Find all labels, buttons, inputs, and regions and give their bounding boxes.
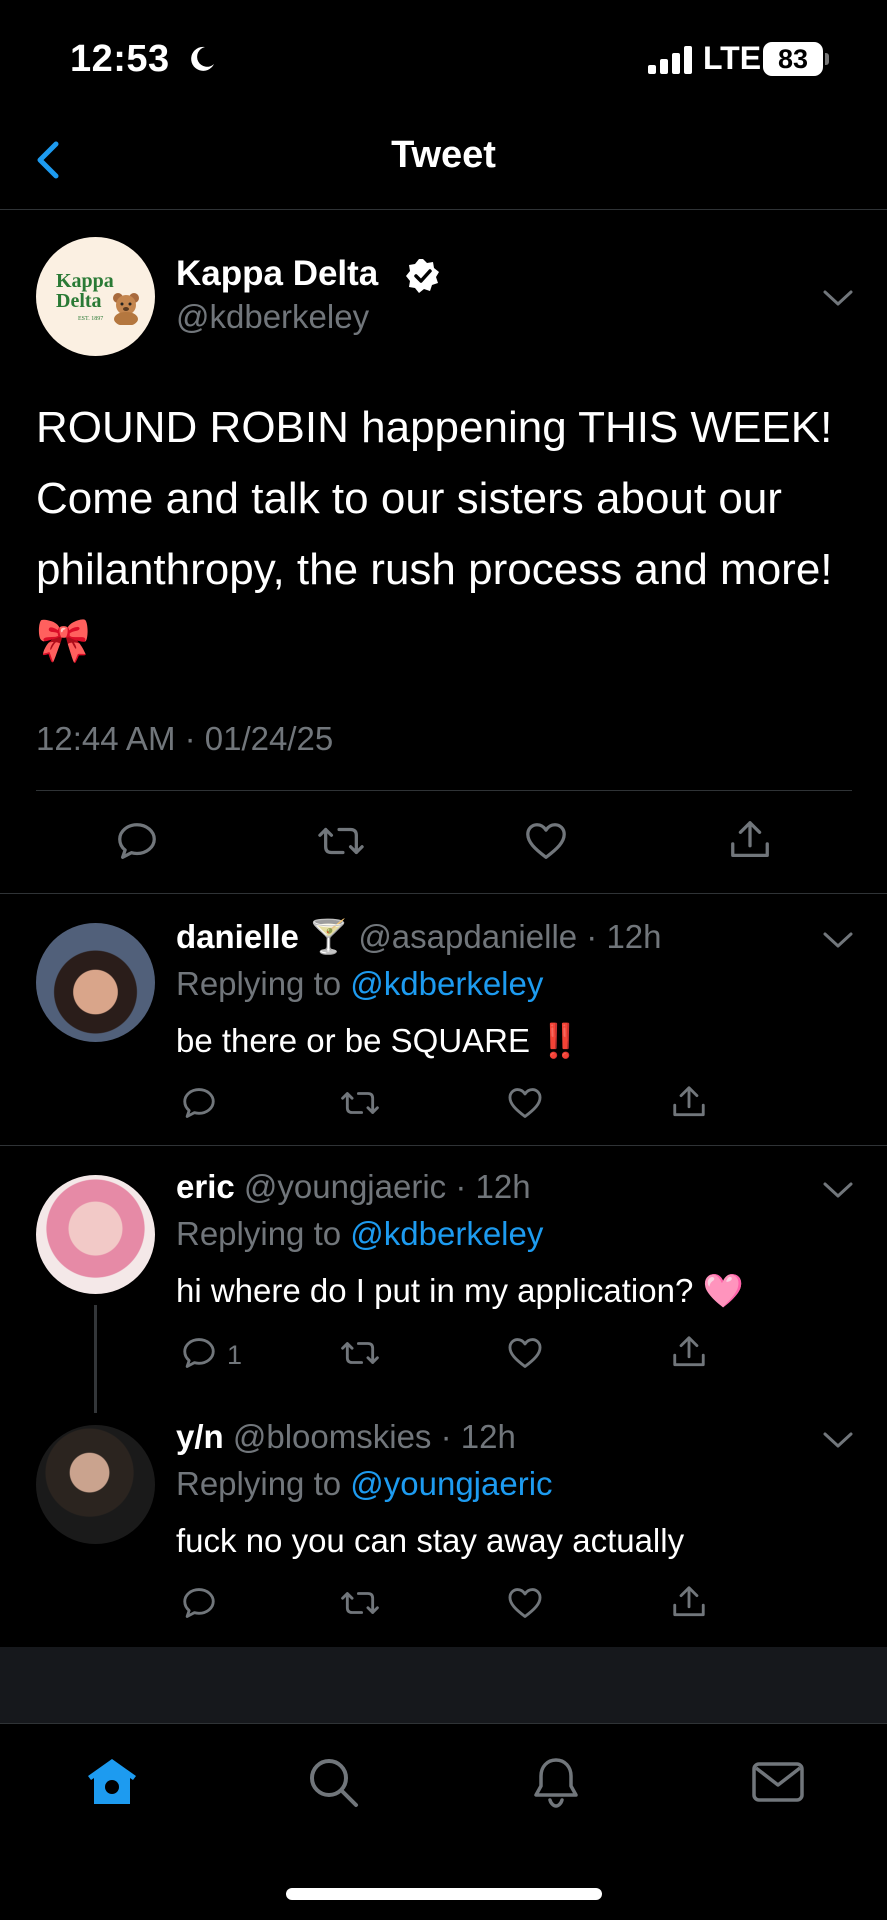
reply-author-handle[interactable]: @asapdanielle · 12h: [358, 918, 661, 955]
like-button[interactable]: [506, 1584, 544, 1622]
network-label: LTE: [703, 40, 762, 76]
mention-link[interactable]: @kdberkeley: [350, 965, 543, 1002]
retweet-button[interactable]: [339, 1334, 381, 1372]
avatar[interactable]: Kappa Delta EST. 1897: [36, 237, 155, 356]
retweet-button[interactable]: [339, 1584, 381, 1622]
signal-icon: [648, 46, 692, 74]
page-title: Tweet: [391, 134, 496, 176]
like-icon: [508, 1088, 542, 1118]
verified-icon: [406, 259, 439, 293]
reply-author-name[interactable]: eric: [176, 1168, 235, 1205]
share-icon: [673, 1086, 705, 1117]
avatar[interactable]: [36, 923, 155, 1042]
reply-icon: [183, 1588, 215, 1618]
reply-icon: [118, 823, 156, 859]
chevron-down-icon[interactable]: [822, 1180, 854, 1200]
reply-button[interactable]: [114, 818, 160, 864]
home-icon[interactable]: [84, 1754, 140, 1810]
like-icon: [526, 823, 566, 859]
author-handle[interactable]: @kdberkeley: [176, 298, 369, 336]
battery-level: 83: [763, 42, 823, 76]
share-icon: [673, 1586, 705, 1617]
timeline-end-spacer: [0, 1647, 887, 1723]
retweet-icon: [341, 1592, 379, 1614]
author-name[interactable]: Kappa Delta: [176, 254, 378, 294]
reply-button[interactable]: [180, 1334, 218, 1372]
retweet-button[interactable]: [339, 1084, 381, 1122]
avatar-logo-text: Kappa Delta: [56, 270, 114, 312]
battery-icon: 83: [763, 42, 829, 76]
reply-icon: [183, 1088, 215, 1118]
divider: [0, 893, 887, 894]
reply-count: 1: [227, 1340, 243, 1370]
reply-text: be there or be SQUARE ‼️: [176, 1022, 581, 1059]
replying-to: Replying to @kdberkeley: [176, 1215, 543, 1253]
nav-header: Tweet: [0, 110, 887, 210]
search-icon[interactable]: [305, 1754, 361, 1810]
like-button[interactable]: [522, 818, 570, 864]
divider: [36, 790, 852, 791]
reply-header: danielle 🍸 @asapdanielle · 12h: [176, 918, 662, 957]
tweet-timestamp[interactable]: 12:44 AM · 01/24/25: [36, 720, 333, 758]
reply-button[interactable]: [180, 1084, 218, 1122]
like-icon: [508, 1338, 542, 1368]
share-button[interactable]: [670, 1582, 708, 1622]
like-icon: [508, 1588, 542, 1618]
divider: [0, 1145, 887, 1146]
share-icon: [673, 1336, 705, 1367]
chevron-down-icon[interactable]: [822, 1430, 854, 1450]
messages-icon[interactable]: [750, 1754, 806, 1810]
replying-to: Replying to @kdberkeley: [176, 965, 543, 1003]
reply-author-handle[interactable]: @youngjaeric · 12h: [244, 1168, 531, 1205]
status-time: 12:53: [70, 38, 170, 80]
tweet-text: ROUND ROBIN happening THIS WEEK! Come an…: [36, 403, 833, 665]
share-button[interactable]: [727, 816, 773, 864]
share-button[interactable]: [670, 1332, 708, 1372]
reply-author-name[interactable]: danielle 🍸: [176, 918, 349, 955]
mention-link[interactable]: @kdberkeley: [350, 1215, 543, 1252]
share-button[interactable]: [670, 1082, 708, 1122]
share-icon: [731, 821, 769, 857]
home-indicator[interactable]: [286, 1888, 602, 1900]
retweet-icon: [341, 1342, 379, 1364]
teddy-bear-icon: [113, 293, 139, 325]
chevron-down-icon[interactable]: [822, 288, 854, 308]
avatar[interactable]: [36, 1425, 155, 1544]
thread-line: [94, 1305, 97, 1413]
status-bar: 12:53 LTE 83: [0, 0, 887, 110]
avatar-est-text: EST. 1897: [78, 316, 104, 322]
like-button[interactable]: [506, 1084, 544, 1122]
reply-icon: [183, 1338, 215, 1368]
retweet-button[interactable]: [315, 818, 367, 864]
notifications-icon[interactable]: [528, 1754, 584, 1810]
retweet-icon: [318, 827, 364, 855]
like-button[interactable]: [506, 1334, 544, 1372]
replying-to-label: Replying to: [176, 965, 351, 1002]
moon-icon: [191, 46, 214, 71]
replying-to-label: Replying to: [176, 1465, 351, 1502]
reply-header: y/n @bloomskies · 12h: [176, 1418, 516, 1456]
replying-to: Replying to @youngjaeric: [176, 1465, 553, 1503]
chevron-down-icon[interactable]: [822, 930, 854, 950]
reply-button[interactable]: [180, 1584, 218, 1622]
reply-text: hi where do I put in my application? 🩷: [176, 1272, 744, 1309]
reply-author-handle[interactable]: @bloomskies · 12h: [233, 1418, 516, 1455]
avatar[interactable]: [36, 1175, 155, 1294]
reply-author-name[interactable]: y/n: [176, 1418, 224, 1455]
battery-nub: [825, 53, 829, 65]
mention-link[interactable]: @youngjaeric: [350, 1465, 552, 1502]
reply-text: fuck no you can stay away actually: [176, 1522, 685, 1559]
reply-header: eric @youngjaeric · 12h: [176, 1168, 531, 1206]
retweet-icon: [341, 1092, 379, 1114]
replying-to-label: Replying to: [176, 1215, 351, 1252]
